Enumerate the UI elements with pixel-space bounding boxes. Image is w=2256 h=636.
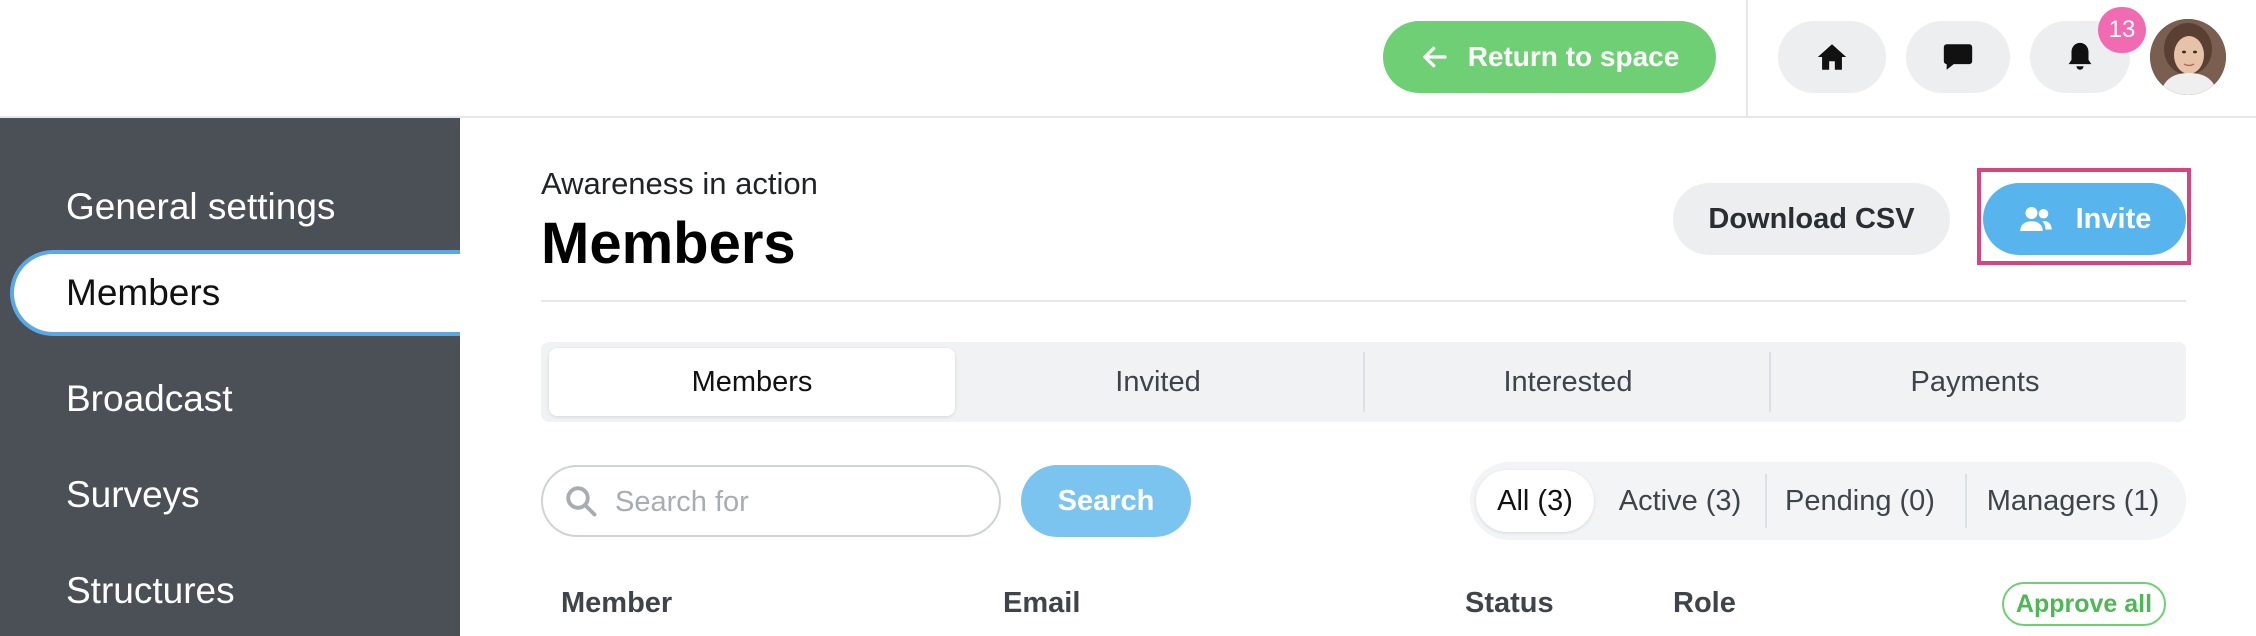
page-title: Members bbox=[541, 211, 796, 276]
avatar-image bbox=[2150, 19, 2226, 95]
sidebar-item-label: Structures bbox=[66, 570, 235, 611]
search-icon bbox=[566, 486, 597, 517]
sidebar-item-members[interactable]: Members bbox=[10, 250, 460, 336]
column-header-member: Member bbox=[561, 587, 673, 619]
filter-label: Active (3) bbox=[1618, 484, 1742, 517]
filter-divider bbox=[1965, 474, 1967, 528]
arrow-left-icon bbox=[1423, 46, 1447, 68]
tab-interested[interactable]: Interested bbox=[1365, 348, 1771, 416]
column-header-status: Status bbox=[1465, 587, 1554, 619]
home-icon bbox=[1817, 44, 1847, 70]
download-csv-button[interactable]: Download CSV bbox=[1673, 183, 1950, 255]
search-button[interactable]: Search bbox=[1021, 465, 1191, 537]
invite-label: Invite bbox=[2075, 202, 2152, 235]
sidebar-item-broadcast[interactable]: Broadcast bbox=[0, 356, 460, 442]
filter-active[interactable]: Active (3) bbox=[1600, 470, 1760, 532]
tab-label: Payments bbox=[1910, 365, 2040, 398]
return-to-space-label: Return to space bbox=[1467, 41, 1680, 72]
settings-sidebar: General settings Members Broadcast Surve… bbox=[0, 118, 460, 636]
tab-label: Invited bbox=[1115, 365, 1201, 398]
tab-label: Interested bbox=[1503, 365, 1633, 398]
notification-count-badge: 13 bbox=[2098, 7, 2146, 53]
filter-pending[interactable]: Pending (0) bbox=[1770, 470, 1950, 532]
messages-button[interactable] bbox=[1906, 21, 2010, 93]
sidebar-item-label: Surveys bbox=[66, 474, 200, 515]
filter-label: Pending (0) bbox=[1785, 484, 1935, 517]
sidebar-item-surveys[interactable]: Surveys bbox=[0, 452, 460, 538]
chat-icon bbox=[1943, 44, 1973, 70]
approve-all-label: Approve all bbox=[2015, 589, 2153, 618]
column-header-role: Role bbox=[1673, 587, 1736, 619]
filter-label: Managers (1) bbox=[1986, 484, 2160, 517]
filter-divider bbox=[1765, 474, 1767, 528]
filter-all[interactable]: All (3) bbox=[1476, 470, 1594, 532]
top-bar: Return to space 13 bbox=[0, 0, 2256, 118]
space-name: Awareness in action bbox=[541, 166, 818, 201]
download-csv-label: Download CSV bbox=[1708, 202, 1915, 235]
topbar-divider bbox=[1746, 0, 1748, 116]
member-filters: All (3) Active (3) Pending (0) Managers … bbox=[1470, 462, 2186, 540]
filter-managers[interactable]: Managers (1) bbox=[1970, 470, 2176, 532]
members-tabs: Members Invited Interested Payments bbox=[541, 342, 2186, 422]
header-divider bbox=[541, 300, 2186, 302]
search-input[interactable] bbox=[615, 477, 985, 527]
user-avatar[interactable] bbox=[2150, 19, 2226, 95]
search-button-label: Search bbox=[1057, 484, 1155, 517]
approve-all-button[interactable]: Approve all bbox=[2002, 582, 2166, 626]
sidebar-item-structures[interactable]: Structures bbox=[0, 548, 460, 634]
filter-label: All (3) bbox=[1497, 484, 1573, 517]
sidebar-item-general-settings[interactable]: General settings bbox=[0, 164, 460, 250]
invite-button[interactable]: Invite bbox=[1983, 183, 2186, 255]
home-button[interactable] bbox=[1778, 21, 1886, 93]
tab-label: Members bbox=[691, 365, 813, 398]
search-field bbox=[541, 465, 1001, 537]
tab-payments[interactable]: Payments bbox=[1771, 348, 2179, 416]
sidebar-item-label: Broadcast bbox=[66, 378, 233, 419]
users-icon bbox=[2019, 207, 2052, 231]
tab-invited[interactable]: Invited bbox=[955, 348, 1361, 416]
tab-members[interactable]: Members bbox=[549, 348, 955, 416]
sidebar-item-label: General settings bbox=[66, 186, 336, 227]
column-header-email: Email bbox=[1003, 587, 1081, 619]
sidebar-item-label: Members bbox=[66, 272, 221, 313]
bell-icon bbox=[2068, 42, 2092, 70]
return-to-space-button[interactable]: Return to space bbox=[1383, 21, 1716, 93]
